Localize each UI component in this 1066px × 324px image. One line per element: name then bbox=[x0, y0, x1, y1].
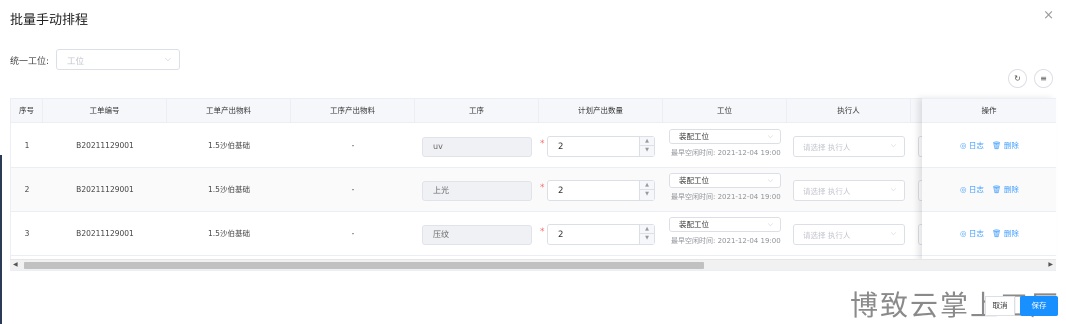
qty-stepper: ▲ ▼ bbox=[639, 181, 654, 200]
scrollbar-thumb[interactable] bbox=[24, 262, 704, 269]
row-order-output: 1.5沙伯基础 bbox=[208, 185, 250, 194]
header-process: 工序 bbox=[415, 99, 539, 123]
log-link[interactable]: ◎ 日志 bbox=[960, 185, 984, 195]
earliest-free-time: 最早空闲时间: 2021-12-04 19:00 bbox=[671, 193, 781, 201]
modal-title: 批量手动排程 bbox=[10, 13, 89, 28]
station-select[interactable]: 装配工位 ⌵ bbox=[669, 217, 781, 232]
station-value: 装配工位 bbox=[679, 220, 709, 229]
executor-placeholder: 请选择 执行人 bbox=[803, 231, 851, 240]
scroll-left-icon[interactable]: ◀ bbox=[13, 261, 18, 268]
delete-link[interactable]: 🗑 删除 bbox=[992, 185, 1019, 195]
log-link[interactable]: ◎ 日志 bbox=[960, 141, 984, 151]
table-row: 1 B20211129001 1.5沙伯基础 - uv * 2 ▲ ▼ 装配工位… bbox=[11, 124, 1055, 168]
chevron-down-icon: ⌵ bbox=[890, 141, 896, 149]
header-order-no: 工单编号 bbox=[43, 99, 167, 123]
chevron-down-icon: ⌵ bbox=[767, 220, 773, 228]
schedule-table: 序号 工单编号 工单产出物料 工序产出物料 工序 计划产出数量 工位 执行人 1… bbox=[10, 98, 1056, 271]
chevron-down-icon: ⌵ bbox=[890, 229, 896, 237]
planned-qty-value: 2 bbox=[558, 230, 564, 240]
header-operation: 操作 bbox=[922, 99, 1056, 123]
row-order-no: B20211129001 bbox=[76, 185, 134, 194]
header-index: 序号 bbox=[11, 99, 43, 123]
chevron-down-icon: ⌵ bbox=[890, 185, 896, 193]
row-process-field: uv bbox=[422, 137, 532, 157]
executor-placeholder: 请选择 执行人 bbox=[803, 143, 851, 152]
cancel-button[interactable]: 取消 bbox=[985, 296, 1015, 316]
header-planned-qty: 计划产出数量 bbox=[539, 99, 663, 123]
table-row: 3 B20211129001 1.5沙伯基础 - 压纹 * 2 ▲ ▼ 装配工位… bbox=[11, 212, 1055, 256]
planned-qty-input[interactable]: 2 ▲ ▼ bbox=[547, 136, 655, 157]
row-process-field: 上光 bbox=[422, 181, 532, 201]
operation-cell: ◎ 日志 🗑 删除 bbox=[922, 212, 1056, 256]
log-link[interactable]: ◎ 日志 bbox=[960, 229, 984, 239]
row-process-output: - bbox=[351, 141, 355, 150]
planned-qty-input[interactable]: 2 ▲ ▼ bbox=[547, 224, 655, 245]
decrement-icon[interactable]: ▼ bbox=[640, 190, 654, 199]
unify-station-select[interactable]: 工位 ⌵ bbox=[56, 49, 180, 70]
row-index: 1 bbox=[24, 141, 30, 150]
planned-qty-value: 2 bbox=[558, 186, 564, 196]
unify-station-placeholder: 工位 bbox=[67, 57, 85, 67]
close-icon[interactable]: × bbox=[1043, 8, 1054, 23]
row-index: 2 bbox=[24, 185, 30, 194]
horizontal-scrollbar[interactable]: ◀ ▶ bbox=[10, 259, 1056, 270]
unify-station-label: 统一工位: bbox=[10, 57, 50, 67]
decrement-icon[interactable]: ▼ bbox=[640, 234, 654, 243]
row-process-output: - bbox=[351, 185, 355, 194]
header-station: 工位 bbox=[663, 99, 787, 123]
scroll-right-icon[interactable]: ▶ bbox=[1048, 261, 1053, 268]
station-select[interactable]: 装配工位 ⌵ bbox=[669, 129, 781, 144]
row-order-output: 1.5沙伯基础 bbox=[208, 141, 250, 150]
row-order-no: B20211129001 bbox=[76, 141, 134, 150]
operation-cell: ◎ 日志 🗑 删除 bbox=[922, 168, 1056, 212]
table-header: 序号 工单编号 工单产出物料 工序产出物料 工序 计划产出数量 工位 执行人 bbox=[11, 99, 1055, 123]
station-select[interactable]: 装配工位 ⌵ bbox=[669, 173, 781, 188]
header-order-output: 工单产出物料 bbox=[167, 99, 291, 123]
planned-qty-input[interactable]: 2 ▲ ▼ bbox=[547, 180, 655, 201]
chevron-down-icon: ⌵ bbox=[767, 176, 773, 184]
required-mark: * bbox=[540, 227, 545, 237]
executor-select[interactable]: 请选择 执行人 ⌵ bbox=[793, 180, 905, 201]
row-process-output: - bbox=[351, 229, 355, 238]
increment-icon[interactable]: ▲ bbox=[640, 181, 654, 190]
delete-link[interactable]: 🗑 删除 bbox=[992, 229, 1019, 239]
executor-placeholder: 请选择 执行人 bbox=[803, 187, 851, 196]
earliest-free-time: 最早空闲时间: 2021-12-04 19:00 bbox=[671, 149, 781, 157]
qty-stepper: ▲ ▼ bbox=[639, 225, 654, 244]
row-index: 3 bbox=[24, 229, 30, 238]
row-order-output: 1.5沙伯基础 bbox=[208, 229, 250, 238]
qty-stepper: ▲ ▼ bbox=[639, 137, 654, 156]
refresh-button[interactable]: ↻ bbox=[1008, 69, 1027, 88]
chevron-down-icon: ⌵ bbox=[767, 132, 773, 140]
station-value: 装配工位 bbox=[679, 132, 709, 141]
header-executor: 执行人 bbox=[787, 99, 911, 123]
station-value: 装配工位 bbox=[679, 176, 709, 185]
increment-icon[interactable]: ▲ bbox=[640, 225, 654, 234]
fixed-operation-column: 操作 ◎ 日志 🗑 删除 ◎ 日志 🗑 删除 ◎ 日志 🗑 删除 bbox=[922, 98, 1056, 262]
increment-icon[interactable]: ▲ bbox=[640, 137, 654, 146]
refresh-icon: ↻ bbox=[1014, 74, 1021, 83]
planned-qty-value: 2 bbox=[558, 142, 564, 152]
delete-link[interactable]: 🗑 删除 bbox=[992, 141, 1019, 151]
row-order-no: B20211129001 bbox=[76, 229, 134, 238]
earliest-free-time: 最早空闲时间: 2021-12-04 19:00 bbox=[671, 237, 781, 245]
save-button[interactable]: 保存 bbox=[1020, 296, 1058, 316]
executor-select[interactable]: 请选择 执行人 ⌵ bbox=[793, 224, 905, 245]
operation-cell: ◎ 日志 🗑 删除 bbox=[922, 124, 1056, 168]
required-mark: * bbox=[540, 139, 545, 149]
table-row: 2 B20211129001 1.5沙伯基础 - 上光 * 2 ▲ ▼ 装配工位… bbox=[11, 168, 1055, 212]
required-mark: * bbox=[540, 183, 545, 193]
column-settings-icon: ≡ bbox=[1040, 74, 1047, 83]
header-process-output: 工序产出物料 bbox=[291, 99, 415, 123]
left-edge-strip bbox=[0, 155, 2, 324]
chevron-down-icon: ⌵ bbox=[164, 54, 171, 63]
column-settings-button[interactable]: ≡ bbox=[1034, 69, 1053, 88]
executor-select[interactable]: 请选择 执行人 ⌵ bbox=[793, 136, 905, 157]
row-process-field: 压纹 bbox=[422, 225, 532, 245]
decrement-icon[interactable]: ▼ bbox=[640, 146, 654, 155]
